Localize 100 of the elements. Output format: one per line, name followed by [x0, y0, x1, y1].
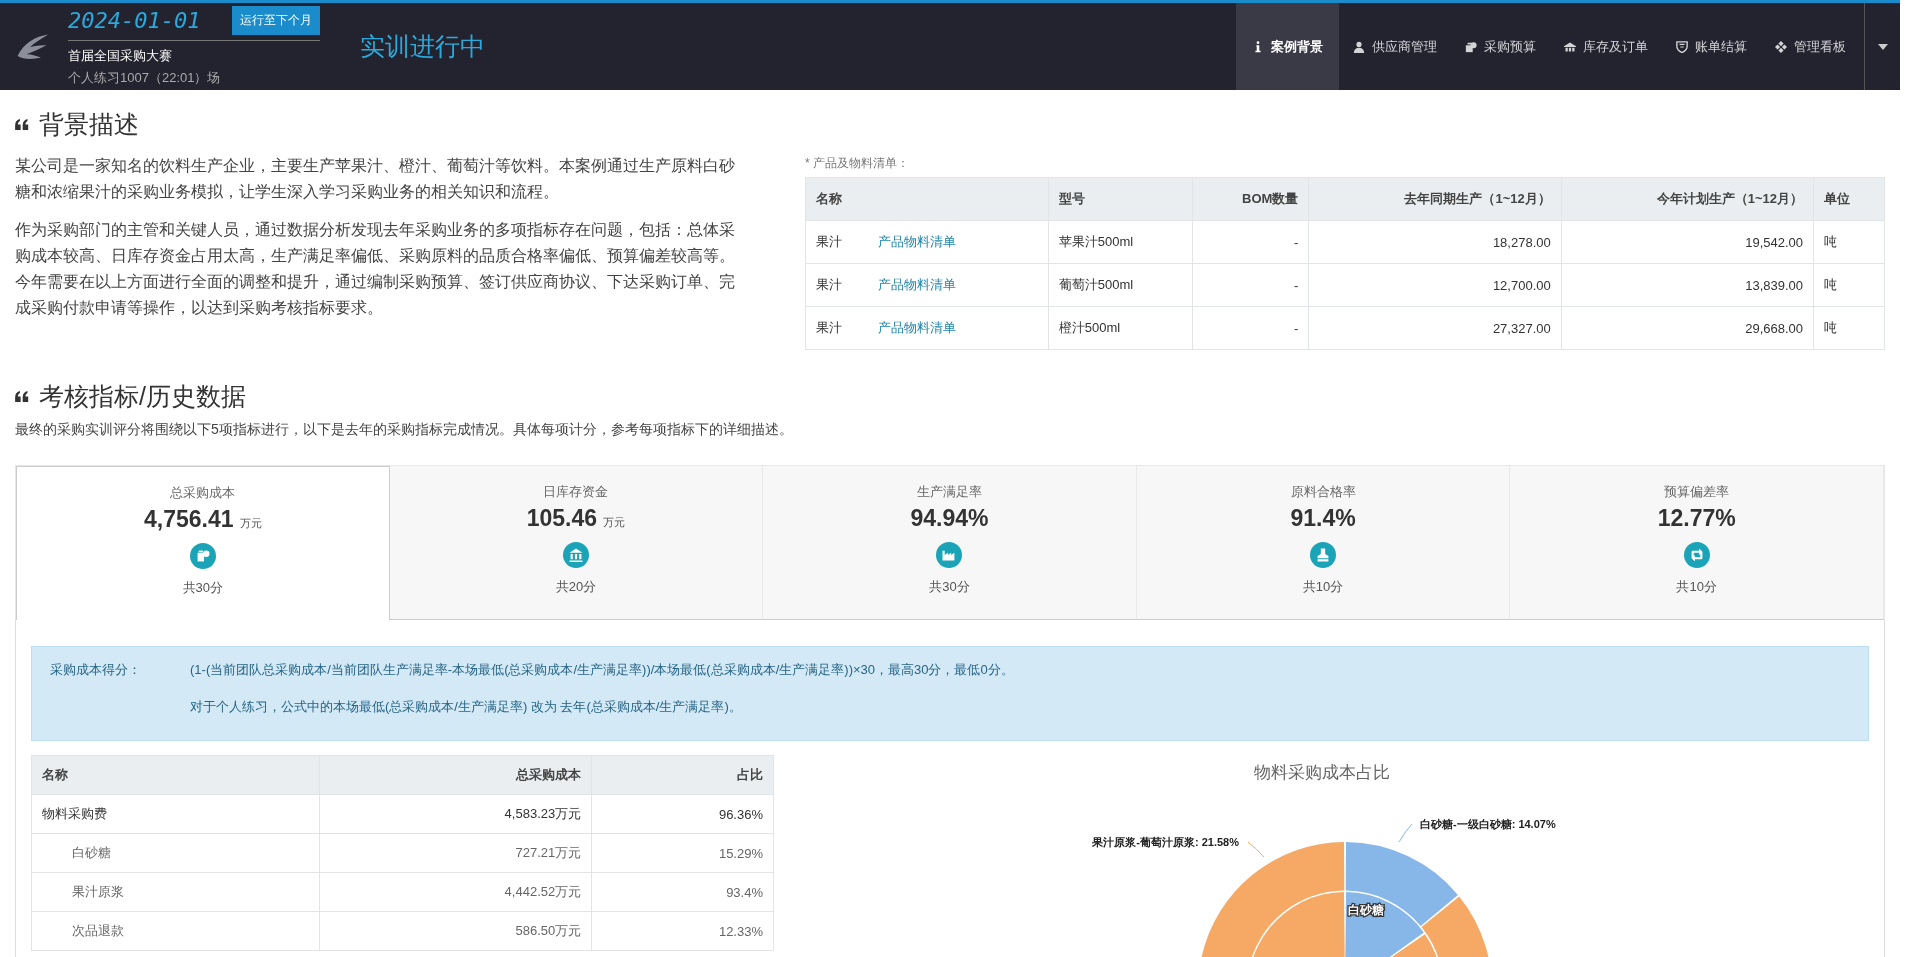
table-cell: 18,278.00 — [1308, 220, 1562, 264]
table-cell: 727.21万元 — [319, 833, 592, 873]
metric-value: 91.4% — [1290, 505, 1356, 532]
metric-tab[interactable]: 生产满足率 94.94% 共30分 — [763, 466, 1137, 620]
table-cell: - — [1192, 263, 1309, 307]
column-header: 单位 — [1813, 177, 1885, 221]
metric-tab[interactable]: 预算偏差率 12.77% 共10分 — [1510, 466, 1884, 620]
table-cell: 次品退款 — [31, 911, 320, 951]
metric-unit: 万元 — [603, 515, 626, 530]
column-header: 总采购成本 — [319, 755, 592, 795]
metric-score: 共20分 — [555, 578, 597, 596]
table-cell: 4,583.23万元 — [319, 794, 592, 834]
caret-icon — [1877, 43, 1888, 50]
metric-unit: 万元 — [239, 516, 262, 531]
column-header: 名称 — [805, 177, 1049, 221]
column-header: 占比 — [591, 755, 774, 795]
nav-tab[interactable]: 案例背景 — [1236, 3, 1339, 90]
contest-name: 首届全国采购大赛 — [68, 47, 173, 65]
description-paragraph: 某公司是一家知名的饮料生产企业，主要生产苹果汁、橙汁、葡萄汁等饮料。本案例通过生产原料白砂糖和浓缩果汁的采购业务模拟，让学生深入学习采购业务的相关知识和流程。 — [15, 156, 736, 202]
table-cell: 吨 — [1813, 220, 1885, 264]
bom-link[interactable]: 产品物料清单 — [878, 277, 956, 292]
table-cell: 15.29% — [591, 833, 774, 873]
table-cell: 果汁原浆 — [31, 872, 320, 912]
metric-value: 4,756.41 — [144, 506, 234, 533]
chart-label: 果汁原浆-葡萄汁原浆: 21.58% — [1092, 836, 1239, 848]
current-date: 2024-01-01 — [68, 8, 201, 33]
nav-tab[interactable]: 采购预算 — [1451, 3, 1550, 90]
metric-tab[interactable]: 日库存资金 105.46 万元 共20分 — [389, 466, 764, 620]
column-header: 名称 — [31, 755, 320, 795]
table-cell: - — [1192, 220, 1309, 264]
metric-label: 生产满足率 — [917, 483, 982, 501]
table-caption: * 产品及物料清单： — [805, 155, 910, 172]
column-header: 型号 — [1048, 177, 1193, 221]
metric-score: 共10分 — [1676, 578, 1717, 596]
table-cell: 96.36% — [591, 794, 774, 834]
nav-tab[interactable]: 供应商管理 — [1339, 3, 1451, 90]
formula-text: 对于个人练习，公式中的本场最低(总采购成本/生产满足率) 改为 去年(总采购成本/生产满足率)。 — [190, 698, 743, 716]
table-cell: 吨 — [1813, 263, 1885, 307]
stamp-icon — [1310, 542, 1337, 568]
chart-label: 白砂糖-一级白砂糖: 14.07% — [1420, 818, 1556, 830]
nav-tab[interactable]: 库存及订单 — [1550, 3, 1662, 90]
metric-tab[interactable]: 原料合格率 91.4% 共10分 — [1136, 466, 1511, 620]
metric-label: 预算偏差率 — [1664, 483, 1730, 501]
table-cell: 吨 — [1813, 306, 1885, 350]
session-info: 个人练习1007（22:01）场 — [68, 69, 222, 87]
nav-tab[interactable]: 管理看板 — [1761, 3, 1860, 90]
table-cell: 12.33% — [591, 911, 774, 951]
metric-value: 12.77% — [1657, 505, 1736, 532]
leader-line — [1398, 823, 1413, 843]
bom-link[interactable]: 产品物料清单 — [878, 234, 956, 249]
table-cell: 物料采购费 — [31, 794, 320, 834]
metric-score: 共10分 — [1302, 578, 1344, 596]
table-cell: 橙汁500ml — [1048, 306, 1193, 350]
shield-icon — [1676, 40, 1688, 53]
diamond-icon — [1775, 40, 1787, 53]
table-cell: 27,327.00 — [1308, 306, 1562, 350]
table-cell: 13,839.00 — [1561, 263, 1814, 307]
section-title: 考核指标/历史数据 — [39, 381, 246, 412]
metric-value: 105.46 — [526, 505, 598, 532]
nav-tab[interactable]: 账单结算 — [1662, 3, 1761, 90]
bank-icon — [562, 542, 589, 568]
factory-icon — [936, 542, 963, 568]
leader-line — [1247, 841, 1265, 858]
table-cell: 苹果汁500ml — [1048, 220, 1193, 264]
column-header: 去年同期生产（1~12月） — [1308, 177, 1562, 221]
warehouse-icon — [1564, 40, 1576, 53]
quote-icon — [15, 119, 29, 130]
user-icon — [1353, 40, 1365, 53]
bom-link[interactable]: 产品物料清单 — [878, 320, 956, 335]
table-cell: 白砂糖 — [31, 833, 320, 873]
formula-text: (1-(当前团队总采购成本/当前团队生产满足率-本场最低(总采购成本/生产满足率))/本场最低(总采购成本/生产满足率))×30，最高30分，最低0分。 — [190, 661, 1014, 679]
table-cell: 4,442.52万元 — [319, 872, 592, 912]
table-cell: 12,700.00 — [1308, 263, 1562, 307]
table-cell: - — [1192, 306, 1309, 350]
product-name: 果汁 — [816, 277, 842, 292]
column-header: BOM数量 — [1192, 177, 1309, 221]
exchange-icon — [1683, 542, 1710, 568]
chart-title: 物料采购成本占比 — [1252, 762, 1391, 784]
info-icon — [1252, 40, 1264, 53]
training-status: 实训进行中 — [360, 31, 485, 62]
table-cell: 93.4% — [591, 872, 774, 912]
metric-score: 共30分 — [929, 578, 970, 596]
money-bag-icon — [189, 543, 216, 569]
product-name: 果汁 — [816, 320, 842, 335]
metric-value: 94.94% — [910, 505, 989, 532]
metric-label: 日库存资金 — [543, 483, 609, 501]
metric-label: 原料合格率 — [1290, 483, 1356, 501]
product-name: 果汁 — [816, 234, 842, 249]
metric-label: 总采购成本 — [170, 484, 236, 502]
quote-icon — [15, 391, 29, 402]
chart-label: 白砂糖 — [1348, 903, 1384, 917]
metric-tab[interactable]: 总采购成本 4,756.41 万元 共30分 — [16, 466, 390, 620]
money-icon — [1465, 40, 1477, 53]
advance-month-button[interactable]: 运行至下个月 — [232, 6, 320, 35]
table-cell: 29,668.00 — [1561, 306, 1814, 350]
column-header: 今年计划生产（1~12月） — [1561, 177, 1814, 221]
table-cell: 19,542.00 — [1561, 220, 1814, 264]
metric-score: 共30分 — [182, 579, 224, 597]
formula-label: 采购成本得分： — [50, 661, 142, 679]
description-paragraph: 作为采购部门的主管和关键人员，通过数据分析发现去年采购业务的多项指标存在问题，包括：总体采购成本较高、日库存资金占用太高，生产满足率偏低、采购原料的品质合格率偏低、预算偏差较高等。今年需要在以上方面进行全面的调整和提升，通过编制采购预算、签订供应商协议、下达采购订单、完成采购付款申请等操作，以达到采购考核指标要求。 — [15, 220, 736, 318]
